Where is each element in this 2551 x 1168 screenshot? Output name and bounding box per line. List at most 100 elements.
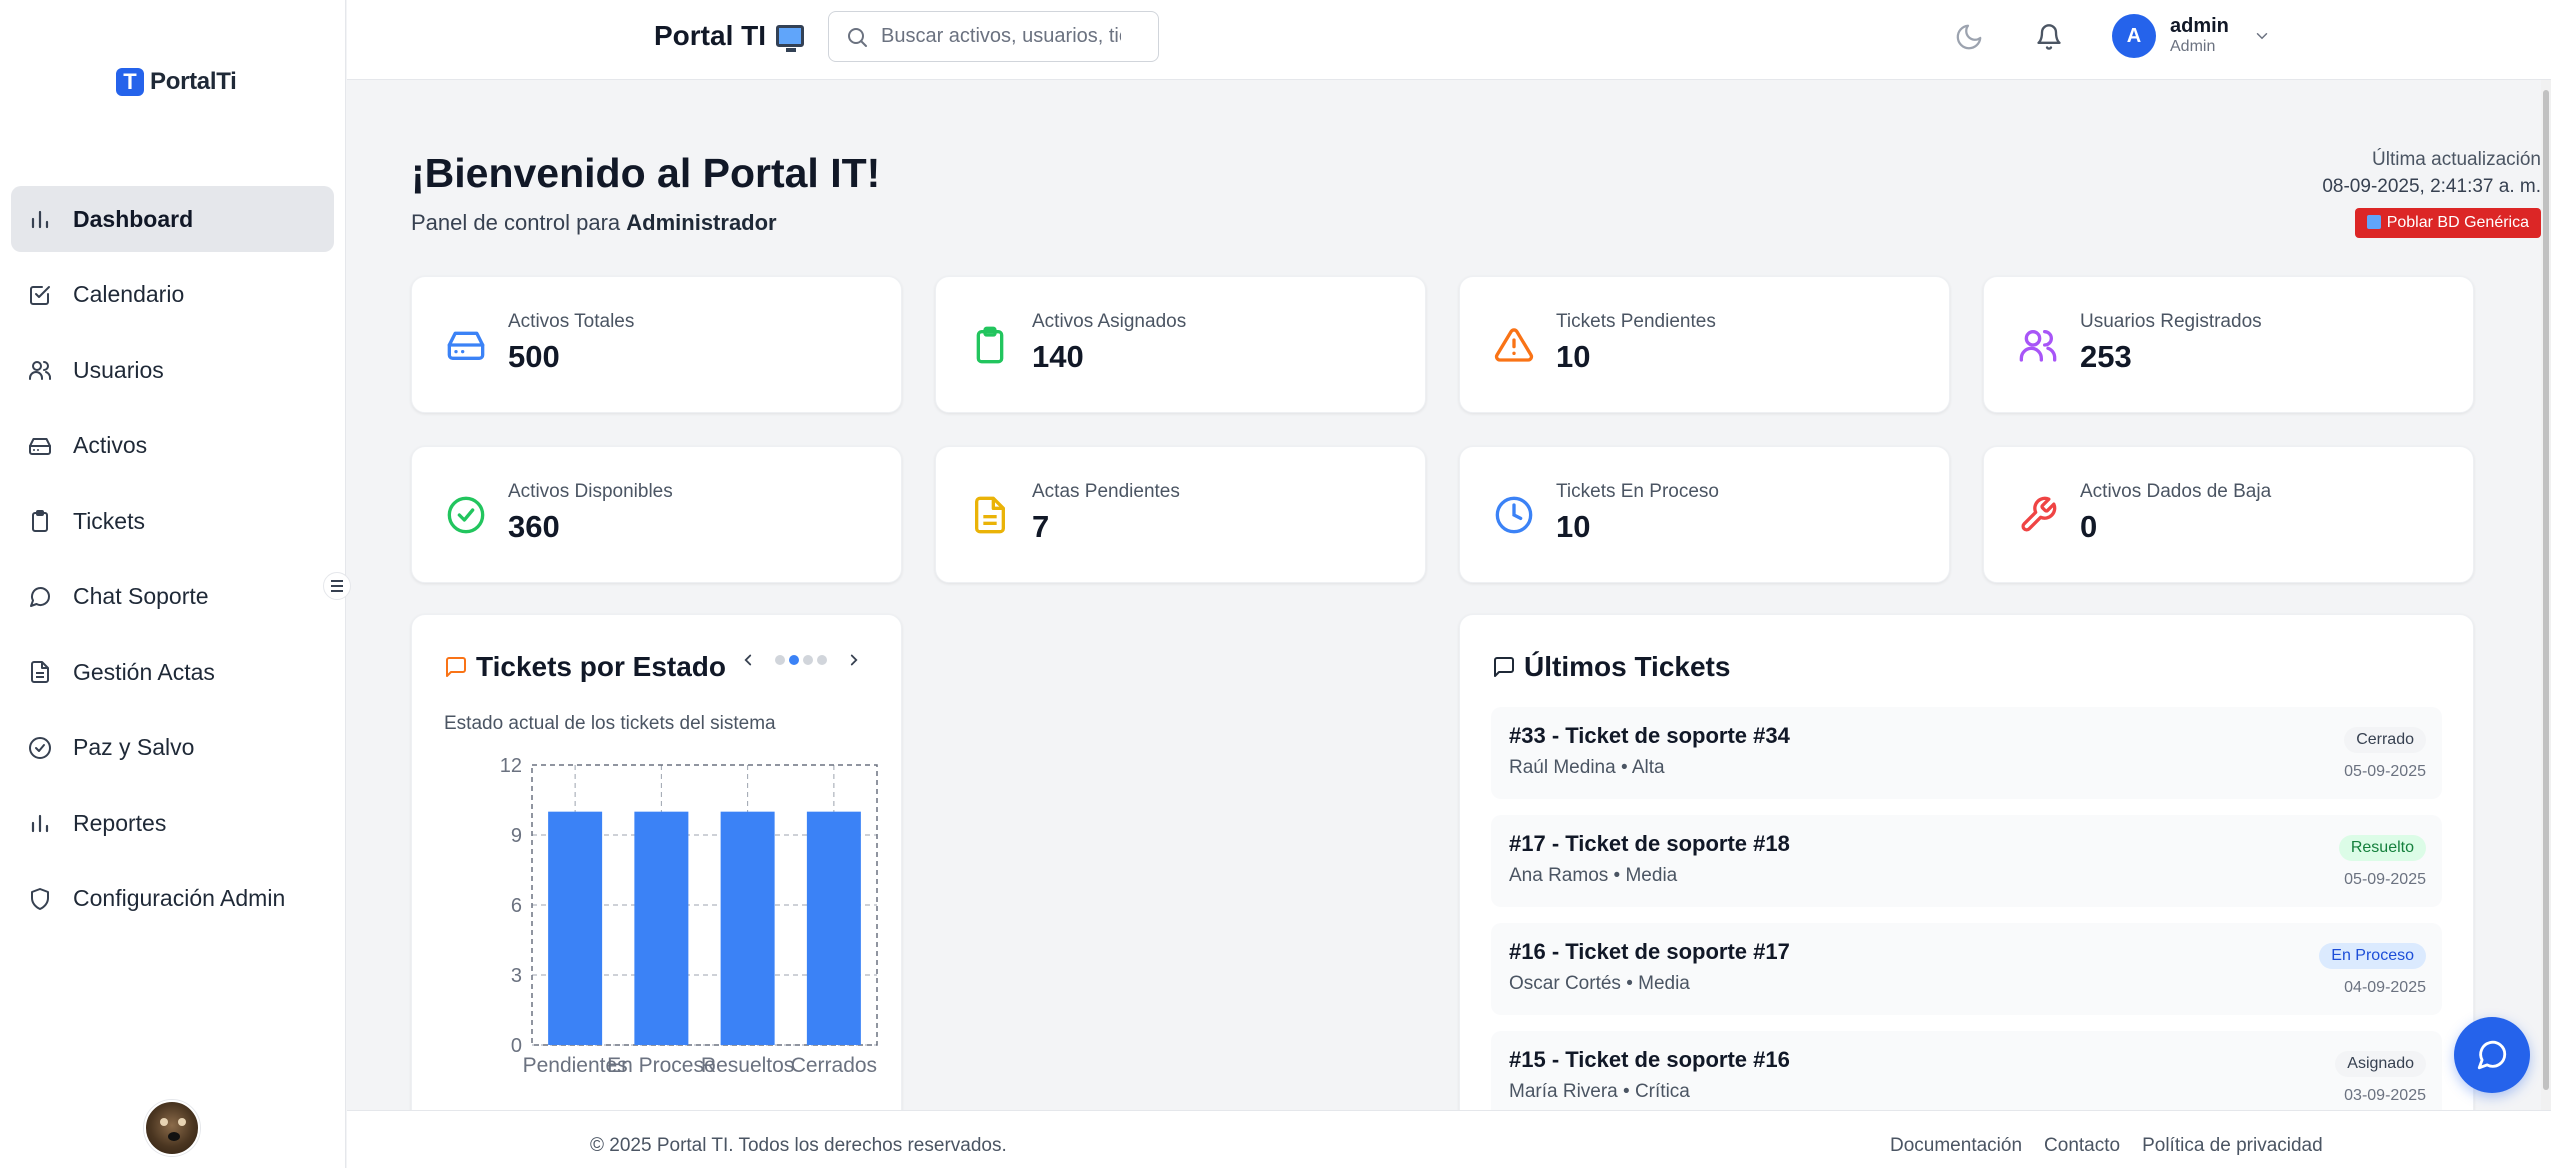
y-tick-label: 0 — [511, 1035, 522, 1057]
stat-label: Actas Pendientes — [1032, 481, 1180, 502]
app-logo[interactable]: T PortalTi — [116, 68, 237, 96]
sidebar-item-reportes[interactable]: Reportes — [11, 790, 334, 856]
x-tick-label: En Proceso — [607, 1054, 716, 1077]
sidebar-item-label: Usuarios — [73, 356, 164, 383]
main-content: ¡Bienvenido al Portal IT! Panel de contr… — [347, 80, 2541, 1134]
sidebar-item-chat-soporte[interactable]: Chat Soporte — [11, 564, 334, 630]
stat-card-activos-disponibles[interactable]: Activos Disponibles 360 — [411, 446, 902, 583]
stat-card-actas-pendientes[interactable]: Actas Pendientes 7 — [935, 446, 1426, 583]
stat-value: 10 — [1556, 509, 1591, 544]
bar-chart-icon — [27, 206, 53, 232]
panel-title: Últimos Tickets — [1524, 651, 1731, 682]
topbar: Portal TI A admin Admin — [347, 0, 2551, 80]
stat-label: Tickets En Proceso — [1556, 481, 1719, 502]
ticket-item[interactable]: #16 - Ticket de soporte #17 Oscar Cortés… — [1491, 923, 2442, 1015]
sidebar-item-configuracion-admin[interactable]: Configuración Admin — [11, 866, 334, 932]
tickets-bar-chart: 036912PendientesEn ProcesoResueltosCerra… — [500, 755, 878, 1077]
y-tick-label: 12 — [500, 755, 522, 777]
ticket-meta: Ana Ramos • Media — [1509, 865, 1678, 886]
check-circle-icon — [444, 493, 488, 537]
avatar: A — [2112, 14, 2156, 58]
user-name: admin — [2170, 15, 2229, 37]
sidebar-item-label: Chat Soporte — [73, 583, 209, 609]
footer: © 2025 Portal TI. Todos los derechos res… — [347, 1110, 2551, 1168]
stat-value: 500 — [508, 339, 560, 374]
chat-fab-button[interactable] — [2454, 1017, 2530, 1093]
stat-card-tickets-en-proceso[interactable]: Tickets En Proceso 10 — [1459, 446, 1950, 583]
footer-copyright: © 2025 Portal TI. Todos los derechos res… — [590, 1135, 1007, 1156]
scrollbar-thumb[interactable] — [2543, 90, 2549, 1090]
search-input[interactable] — [881, 25, 1121, 48]
stat-label: Tickets Pendientes — [1556, 311, 1716, 332]
stat-card-activos-dados-de-baja[interactable]: Activos Dados de Baja 0 — [1983, 446, 2474, 583]
ticket-item[interactable]: #33 - Ticket de soporte #34 Raúl Medina … — [1491, 707, 2442, 799]
chart-bar — [634, 811, 689, 1045]
ticket-title: #15 - Ticket de soporte #16 — [1509, 1047, 1790, 1072]
stat-card-activos-asignados[interactable]: Activos Asignados 140 — [935, 276, 1426, 413]
database-icon — [2366, 215, 2381, 229]
clipboard-icon — [968, 323, 1012, 367]
populate-db-button[interactable]: Poblar BD Genérica — [2354, 208, 2541, 238]
theme-toggle-button[interactable] — [1952, 20, 1986, 54]
subtitle-prefix: Panel de control para — [411, 210, 621, 235]
last-update-label: Última actualización — [2372, 149, 2541, 170]
sidebar-item-usuarios[interactable]: Usuarios — [11, 337, 334, 403]
search-box[interactable] — [828, 11, 1159, 62]
sidebar-item-label: Paz y Salvo — [73, 734, 195, 760]
user-info: admin Admin — [2170, 15, 2229, 57]
search-icon — [848, 27, 867, 47]
logo-text: PortalTi — [150, 68, 237, 95]
status-badge: En Proceso — [2319, 943, 2426, 969]
footer-link-contacto[interactable]: Contacto — [2044, 1135, 2120, 1157]
stat-card-usuarios-registrados[interactable]: Usuarios Registrados 253 — [1983, 276, 2474, 413]
user-menu[interactable]: A admin Admin — [2112, 14, 2271, 58]
ticket-date: 05-09-2025 — [2344, 871, 2426, 888]
sidebar-item-label: Gestión Actas — [73, 658, 215, 685]
chevron-down-icon — [2256, 33, 2268, 40]
ticket-date: 05-09-2025 — [2344, 763, 2426, 780]
footer-link-privacidad[interactable]: Política de privacidad — [2142, 1135, 2323, 1157]
notifications-button[interactable] — [2032, 20, 2066, 54]
footer-link-documentacion[interactable]: Documentación — [1890, 1135, 2022, 1157]
sidebar-item-tickets[interactable]: Tickets — [11, 488, 334, 554]
message-circle-icon — [27, 584, 53, 610]
chart-bar — [806, 811, 861, 1045]
x-tick-label: Resueltos — [701, 1054, 794, 1077]
stat-label: Activos Totales — [508, 311, 635, 332]
latest-tickets-panel: Últimos Tickets #33 - Ticket de soporte … — [1459, 614, 2474, 1134]
stat-label: Activos Asignados — [1032, 311, 1187, 332]
stat-value: 7 — [1032, 509, 1050, 544]
hard-drive-icon — [27, 433, 53, 459]
users-icon — [2016, 323, 2060, 367]
sidebar-item-label: Configuración Admin — [73, 885, 286, 911]
stat-label: Usuarios Registrados — [2080, 311, 2262, 332]
stat-value: 10 — [1556, 339, 1591, 374]
ticket-item[interactable]: #17 - Ticket de soporte #18 Ana Ramos • … — [1491, 815, 2442, 907]
x-tick-label: Cerrados — [791, 1054, 877, 1077]
sidebar-item-dashboard[interactable]: Dashboard — [11, 186, 334, 252]
stat-label: Activos Dados de Baja — [2080, 481, 2272, 502]
status-badge: Cerrado — [2344, 727, 2426, 753]
calendar-check-icon — [27, 282, 53, 308]
sidebar-item-label: Tickets — [73, 507, 145, 534]
sidebar-item-label: Dashboard — [73, 205, 194, 232]
sidebar-item-activos[interactable]: Activos — [11, 413, 334, 479]
file-text-icon — [27, 659, 53, 685]
footer-links: Documentación Contacto Política de priva… — [1890, 1135, 2323, 1157]
sidebar-user-avatar[interactable] — [144, 1100, 200, 1156]
y-tick-label: 6 — [511, 895, 522, 917]
logo-mark-icon: T — [116, 68, 144, 96]
menu-icon — [331, 580, 343, 592]
stat-card-tickets-pendientes[interactable]: Tickets Pendientes 10 — [1459, 276, 1950, 413]
sidebar-nav: Dashboard Calendario Usuarios Activos Ti… — [11, 186, 334, 941]
shield-icon — [27, 886, 53, 912]
status-badge: Resuelto — [2338, 835, 2426, 861]
stat-card-activos-totales[interactable]: Activos Totales 500 — [411, 276, 902, 413]
stat-value: 0 — [2080, 509, 2098, 544]
sidebar-item-gestion-actas[interactable]: Gestión Actas — [11, 639, 334, 705]
sidebar-item-paz-y-salvo[interactable]: Paz y Salvo — [11, 715, 334, 781]
page-scrollbar[interactable] — [2541, 80, 2551, 1110]
sidebar-item-calendario[interactable]: Calendario — [11, 262, 334, 328]
message-circle-icon — [2477, 1040, 2507, 1070]
alert-triangle-icon — [1492, 323, 1536, 367]
